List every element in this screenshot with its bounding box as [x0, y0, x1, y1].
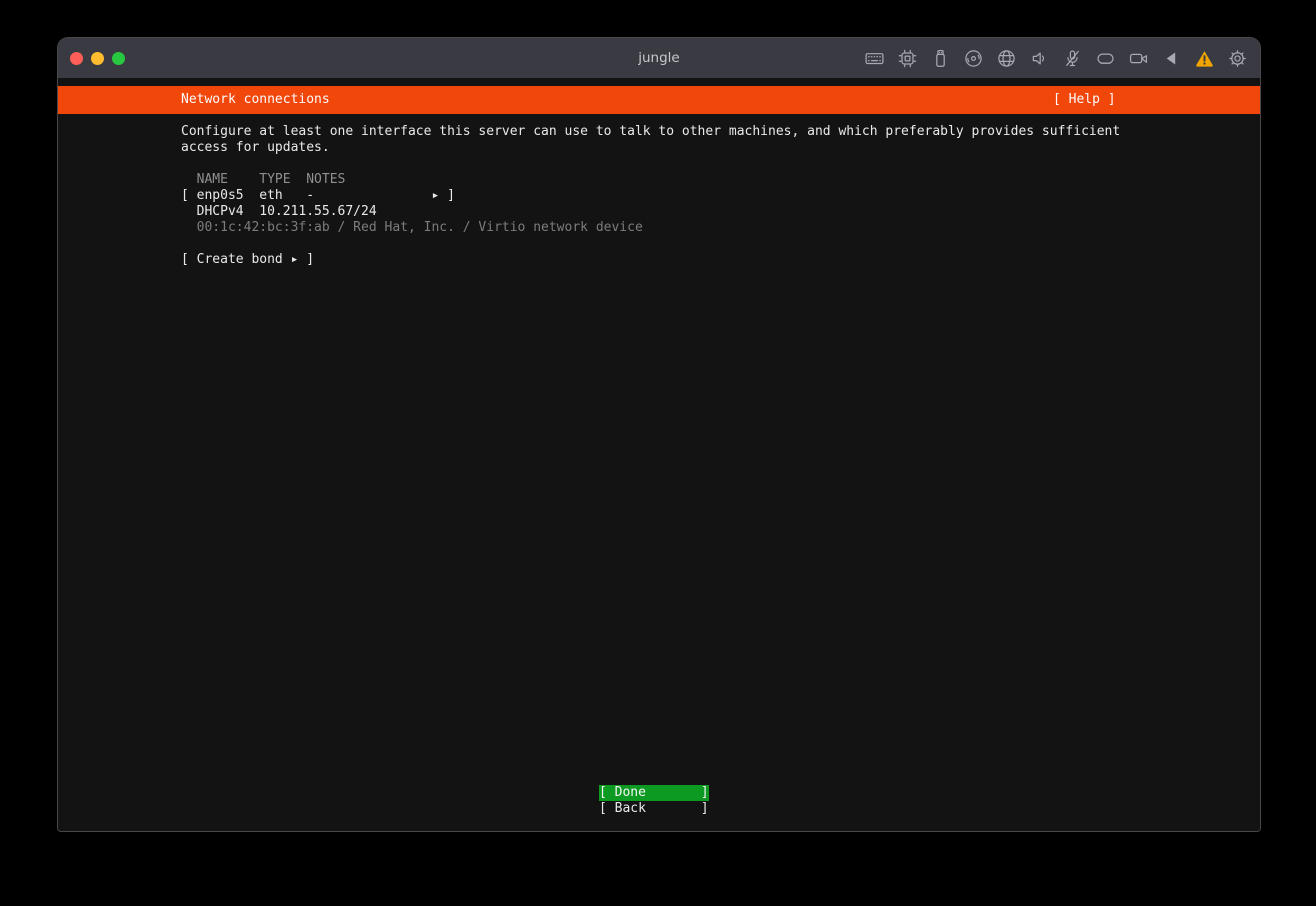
interface-dhcp-line: DHCPv4 10.211.55.67/24 [181, 204, 377, 220]
back-icon[interactable] [1162, 49, 1181, 68]
warning-icon[interactable] [1195, 49, 1214, 68]
back-button[interactable]: [ Back ] [599, 801, 709, 817]
usb-icon[interactable] [931, 49, 950, 68]
create-bond-button[interactable]: [ Create bond ▸ ] [181, 252, 314, 268]
window-controls [58, 52, 125, 65]
camera-icon[interactable] [1129, 49, 1148, 68]
intro-text-line1: Configure at least one interface this se… [181, 124, 1120, 140]
done-button[interactable]: [ Done ] [599, 785, 709, 801]
settings-gear-icon[interactable] [1228, 49, 1247, 68]
statusbar-icons [865, 38, 1247, 78]
optical-disc-icon[interactable] [964, 49, 983, 68]
page-title: Network connections [181, 92, 330, 108]
zoom-button[interactable] [112, 52, 125, 65]
help-button[interactable]: [ Help ] [1053, 92, 1116, 108]
close-button[interactable] [70, 52, 83, 65]
interface-mac-line: 00:1c:42:bc:3f:ab / Red Hat, Inc. / Virt… [181, 220, 643, 236]
hard-disk-icon[interactable] [1096, 49, 1115, 68]
minimize-button[interactable] [91, 52, 104, 65]
installer-screen: Network connections [ Help ] Configure a… [58, 78, 1260, 831]
installer-header-bar: Network connections [ Help ] [58, 86, 1260, 114]
cpu-icon[interactable] [898, 49, 917, 68]
nic-table-header: NAME TYPE NOTES [181, 172, 345, 188]
vm-window: jungle [58, 38, 1260, 831]
volume-icon[interactable] [1030, 49, 1049, 68]
done-row: [ Done ] [599, 785, 709, 801]
network-icon[interactable] [997, 49, 1016, 68]
keyboard-icon[interactable] [865, 49, 884, 68]
titlebar: jungle [58, 38, 1260, 78]
microphone-muted-icon[interactable] [1063, 49, 1082, 68]
intro-text-line2: access for updates. [181, 140, 330, 156]
interface-row[interactable]: [ enp0s5 eth - ▸ ] [181, 188, 455, 204]
